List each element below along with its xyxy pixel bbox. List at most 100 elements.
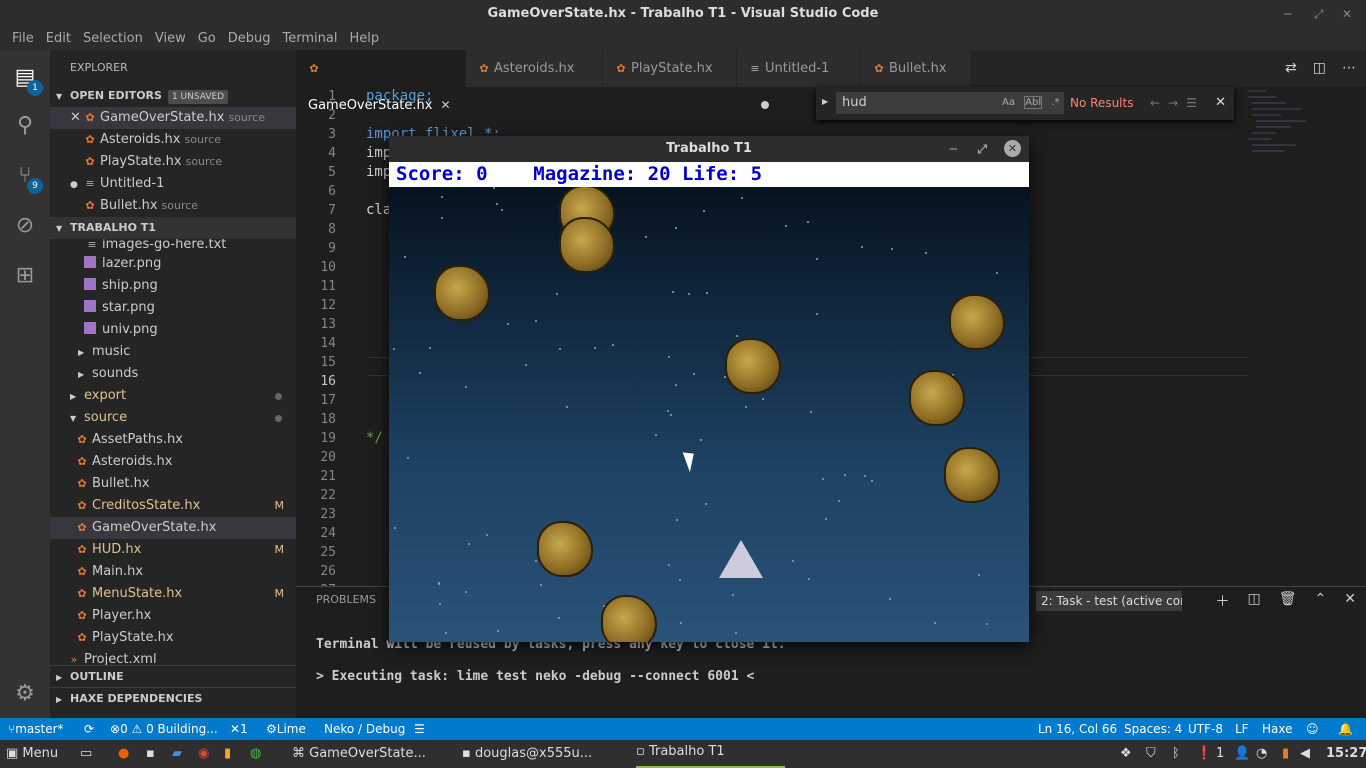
add-terminal-icon[interactable]: ＋ xyxy=(1216,591,1230,611)
volume-icon[interactable]: ◀ xyxy=(1300,740,1310,768)
compare-icon[interactable]: ⇄ xyxy=(1285,60,1297,76)
tree-file[interactable]: ✿ MenuState.hx M xyxy=(50,583,296,605)
match-case-icon[interactable]: Aa xyxy=(1002,97,1015,108)
taskbar-window-terminal[interactable]: ▪ douglas@x555u... xyxy=(462,740,592,768)
next-match-icon[interactable]: → xyxy=(1168,96,1186,110)
tab-problems[interactable]: PROBLEMS xyxy=(316,593,376,606)
notification-count[interactable]: 1 xyxy=(1216,740,1224,768)
tree-file[interactable]: ship.png xyxy=(50,275,296,297)
tree-file[interactable]: ✿ Bullet.hx xyxy=(50,473,296,495)
maximize-panel-icon[interactable]: ⌃ xyxy=(1315,591,1327,611)
previous-match-icon[interactable]: ← xyxy=(1150,96,1168,110)
app-icon[interactable]: ◍ xyxy=(250,740,261,768)
menu-debug[interactable]: Debug xyxy=(222,28,277,50)
menu-terminal[interactable]: Terminal xyxy=(277,28,344,50)
open-editors-header[interactable]: ▼ OPEN EDITORS 1 UNSAVED xyxy=(50,85,296,107)
tree-file[interactable]: ✿ CreditosState.hx M xyxy=(50,495,296,517)
tree-file[interactable]: » Project.xml xyxy=(50,649,296,665)
source-control-icon[interactable]: ⑂ 9 xyxy=(11,162,43,194)
show-desktop-icon[interactable]: ▭ xyxy=(80,740,92,768)
target-status[interactable]: Neko / Debug xyxy=(324,718,405,740)
close-icon[interactable]: ✕ xyxy=(1215,92,1226,114)
outline-header[interactable]: ▶ OUTLINE xyxy=(50,665,296,687)
search-icon[interactable]: ⚲ xyxy=(11,112,39,140)
tree-file[interactable]: univ.png xyxy=(50,319,296,341)
sync-icon[interactable]: ⟳ xyxy=(84,718,94,740)
tree-file[interactable]: ✿ PlayState.hx xyxy=(50,627,296,649)
tree-file[interactable]: lazer.png xyxy=(50,253,296,275)
open-editor-item[interactable]: ✿ PlayState.hx source xyxy=(50,151,296,173)
menu-file[interactable]: File xyxy=(6,28,40,50)
close-window-icon[interactable]: ✕ xyxy=(1342,0,1352,28)
encoding[interactable]: UTF-8 xyxy=(1188,718,1223,740)
tree-file[interactable]: ✿ HUD.hx M xyxy=(50,539,296,561)
dropbox-icon[interactable]: ❖ xyxy=(1120,740,1132,768)
tree-folder[interactable]: ▼ source xyxy=(50,407,296,429)
chrome-icon[interactable]: ◉ xyxy=(198,740,209,768)
tab-asteroids[interactable]: ✿ Asteroids.hx xyxy=(466,50,603,87)
game-field[interactable] xyxy=(389,187,1029,642)
menu-go[interactable]: Go xyxy=(192,28,222,50)
regex-icon[interactable]: .* xyxy=(1051,97,1059,108)
tree-file[interactable]: ✿ Main.hx xyxy=(50,561,296,583)
line-ending[interactable]: LF xyxy=(1235,718,1249,740)
terminal-select[interactable]: 2: Task - test (active cor xyxy=(1036,591,1182,611)
extensions-icon[interactable]: ⊞ xyxy=(11,262,39,290)
sublime-icon[interactable]: ▮ xyxy=(224,740,231,768)
open-editor-item[interactable]: ✿ Bullet.hx source xyxy=(50,195,296,217)
maximize-icon[interactable]: ⤢ xyxy=(1314,0,1324,28)
close-icon[interactable]: ✕ xyxy=(1004,140,1021,157)
close-panel-icon[interactable]: ✕ xyxy=(1344,591,1356,611)
start-menu[interactable]: ▣ Menu xyxy=(6,740,58,768)
feedback-icon[interactable]: ☺ xyxy=(1306,718,1319,740)
split-terminal-icon[interactable]: ◫ xyxy=(1248,591,1261,611)
list-icon[interactable]: ☰ xyxy=(414,718,425,740)
maximize-icon[interactable]: ⤢ xyxy=(977,136,987,162)
tree-folder[interactable]: ▶ music xyxy=(50,341,296,363)
problems-status[interactable]: ⊗ 0 ⚠ 0 Building... xyxy=(110,718,218,740)
tree-folder[interactable]: ▶ export xyxy=(50,385,296,407)
tree-file[interactable]: star.png xyxy=(50,297,296,319)
shield-icon[interactable]: ⛉ xyxy=(1146,740,1156,768)
minimap[interactable] xyxy=(1246,87,1316,167)
files-icon[interactable]: ▤ 1 xyxy=(11,64,43,96)
tab-bullet[interactable]: ✿ Bullet.hx xyxy=(861,50,971,87)
alert-icon[interactable]: ❗ xyxy=(1196,740,1212,768)
lime-status[interactable]: ⚙ Lime xyxy=(266,718,306,740)
game-window[interactable]: Trabalho T1 ─ ⤢ ✕ Score: 0 Magazine: 20 … xyxy=(389,136,1029,642)
haxe-deps-header[interactable]: ▶ HAXE DEPENDENCIES xyxy=(50,687,296,709)
tab-playstate[interactable]: ✿ PlayState.hx xyxy=(603,50,737,87)
menu-selection[interactable]: Selection xyxy=(77,28,149,50)
bluetooth-icon[interactable]: ᛒ xyxy=(1172,740,1180,768)
battery-icon[interactable]: ▮ xyxy=(1282,740,1289,768)
project-header[interactable]: ▼ TRABALHO T1 xyxy=(50,217,296,239)
firefox-icon[interactable]: ● xyxy=(118,740,129,768)
taskbar-window-vscode[interactable]: ⌘ GameOverState... xyxy=(292,740,426,768)
tools-status[interactable]: ✕ 1 xyxy=(230,718,248,740)
chevron-right-icon[interactable]: ▶ xyxy=(822,97,828,106)
menu-view[interactable]: View xyxy=(149,28,192,50)
minimize-icon[interactable]: ─ xyxy=(1284,0,1291,28)
tree-file[interactable]: ✿ Player.hx xyxy=(50,605,296,627)
tree-file[interactable]: ✿ AssetPaths.hx xyxy=(50,429,296,451)
gear-icon[interactable]: ⚙ xyxy=(11,680,39,708)
tab-gameoverstate[interactable]: ✿GameOverState.hx ✕ xyxy=(296,50,466,113)
trash-icon[interactable]: 🗑 xyxy=(1279,591,1297,611)
open-editor-item[interactable]: ✕ ✿ GameOverState.hx source xyxy=(50,107,296,129)
wifi-icon[interactable]: ◔ xyxy=(1256,740,1267,768)
split-editor-icon[interactable]: ◫ xyxy=(1313,60,1326,76)
bell-icon[interactable]: 🔔 xyxy=(1338,718,1353,740)
debug-icon[interactable]: ⊘ xyxy=(11,212,39,240)
more-icon[interactable]: ⋯ xyxy=(1342,60,1356,76)
git-branch[interactable]: ⑂ master* xyxy=(8,718,64,740)
menu-help[interactable]: Help xyxy=(343,28,385,50)
open-editor-item[interactable]: ✿ Asteroids.hx source xyxy=(50,129,296,151)
cursor-position[interactable]: Ln 16, Col 66 xyxy=(1038,718,1117,740)
find-in-selection-icon[interactable]: ☰ xyxy=(1186,96,1205,110)
tree-file[interactable]: ≡ images-go-here.txt xyxy=(50,239,296,253)
tree-file[interactable]: ✿ Asteroids.hx xyxy=(50,451,296,473)
terminal-icon[interactable]: ▪ xyxy=(146,740,155,768)
indentation[interactable]: Spaces: 4 xyxy=(1124,718,1182,740)
user-icon[interactable]: 👤 xyxy=(1234,740,1250,768)
close-icon[interactable]: ✕ xyxy=(70,107,84,129)
